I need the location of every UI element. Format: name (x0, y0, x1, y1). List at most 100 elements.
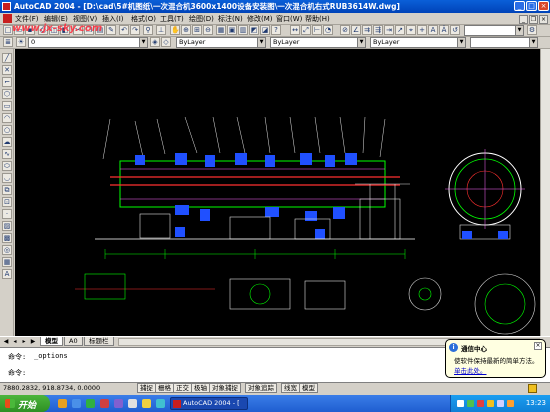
match-properties-icon[interactable]: ✎ (106, 25, 116, 35)
prev-tab-icon[interactable]: ◂ (11, 338, 19, 346)
dim-edit-icon[interactable]: A (428, 25, 438, 35)
lineweight-combo[interactable]: ByLayer ▼ (370, 37, 466, 48)
markup-icon[interactable]: ◪ (260, 25, 270, 35)
aligned-dim-icon[interactable]: ⤢ (301, 25, 311, 35)
radius-dim-icon[interactable]: ◔ (323, 25, 333, 35)
dbconnect-icon[interactable]: ◩ (249, 25, 259, 35)
continue-dim-icon[interactable]: ⇥ (384, 25, 394, 35)
rectangle-icon[interactable]: ▭ (2, 101, 12, 111)
tab-title-block[interactable]: 标题栏 (84, 337, 114, 346)
close-button[interactable]: × (538, 1, 549, 11)
revcloud-icon[interactable]: ☁ (2, 137, 12, 147)
menu-format[interactable]: 格式(O) (131, 14, 156, 24)
menu-modify[interactable]: 修改(M) (247, 14, 273, 24)
arc-icon[interactable]: ◠ (2, 113, 12, 123)
first-tab-icon[interactable]: ◀ (2, 338, 10, 346)
document-icon[interactable] (3, 14, 12, 23)
tray-icon-5[interactable] (497, 400, 504, 407)
quicklaunch-icon-7[interactable] (142, 399, 151, 408)
quicklaunch-icon-8[interactable] (156, 399, 165, 408)
polyline-icon[interactable]: ⌐ (2, 77, 12, 87)
clock[interactable]: 13:23 (526, 399, 546, 407)
menu-dimension[interactable]: 标注(N) (218, 14, 243, 24)
tolerance-icon[interactable]: ⌖ (406, 25, 416, 35)
linetype-combo[interactable]: ByLayer ▼ (270, 37, 366, 48)
spline-icon[interactable]: ∿ (2, 149, 12, 159)
otrack-toggle[interactable]: 对象追踪 (245, 383, 277, 393)
doc-close-button[interactable]: × (539, 15, 548, 24)
pan-icon[interactable]: ✋ (170, 25, 180, 35)
center-mark-icon[interactable]: + (417, 25, 427, 35)
tray-icon-2[interactable] (467, 400, 474, 407)
hyperlink-icon[interactable]: ⚲ (143, 25, 153, 35)
autocad-app-icon[interactable] (2, 2, 11, 11)
menu-insert[interactable]: 插入(I) (102, 14, 124, 24)
help-icon[interactable]: ? (271, 25, 281, 35)
zoom-realtime-icon[interactable]: ⊕ (181, 25, 191, 35)
next-tab-icon[interactable]: ▸ (20, 338, 28, 346)
angular-dim-icon[interactable]: ∠ (351, 25, 361, 35)
zoom-previous-icon[interactable]: ⊖ (203, 25, 213, 35)
plot-style-combo[interactable]: ▼ (470, 37, 538, 48)
color-combo[interactable]: ByLayer ▼ (176, 37, 266, 48)
polygon-icon[interactable]: ⬡ (2, 89, 12, 99)
quicklaunch-icon-5[interactable] (114, 399, 123, 408)
design-center-icon[interactable]: ▣ (227, 25, 237, 35)
tab-a0[interactable]: A0 (64, 337, 83, 346)
dim-style-combo[interactable]: ▼ (464, 25, 524, 36)
baseline-dim-icon[interactable]: ⇶ (373, 25, 383, 35)
balloon-link[interactable]: 单击此处。 (454, 365, 487, 375)
dim-style-manager-icon[interactable]: ⚙ (527, 25, 537, 35)
undo-icon[interactable]: ↶ (119, 25, 129, 35)
leader-icon[interactable]: ↗ (395, 25, 405, 35)
ellipse-arc-icon[interactable]: ◡ (2, 173, 12, 183)
dim-text-edit-icon[interactable]: Ä (439, 25, 449, 35)
drawing-canvas[interactable] (15, 49, 540, 336)
menu-window[interactable]: 窗口(W) (276, 14, 302, 24)
doc-minimize-button[interactable]: _ (519, 15, 528, 24)
osnap-toggle[interactable]: 对象捕捉 (209, 383, 241, 393)
maximize-button[interactable]: □ (526, 1, 537, 11)
tray-icon-3[interactable] (477, 400, 484, 407)
tray-icon-6[interactable] (507, 400, 514, 407)
line-icon[interactable]: ╱ (2, 53, 12, 63)
balloon-close-button[interactable]: × (534, 342, 542, 350)
layer-state-icon[interactable]: ☀ (16, 37, 26, 47)
insert-block-icon[interactable]: ⧉ (2, 185, 12, 195)
diameter-dim-icon[interactable]: ⊘ (340, 25, 350, 35)
linear-dim-icon[interactable]: ↔ (290, 25, 300, 35)
doc-restore-button[interactable]: ❐ (529, 15, 538, 24)
quicklaunch-icon-2[interactable] (72, 399, 81, 408)
mtext-icon[interactable]: A (2, 269, 12, 279)
construction-line-icon[interactable]: ✕ (2, 65, 12, 75)
lineweight-toggle[interactable]: 线宽 (281, 383, 300, 393)
layer-manager-icon[interactable]: ≣ (3, 37, 13, 47)
quicklaunch-icon-3[interactable] (86, 399, 95, 408)
quicklaunch-icon-1[interactable] (58, 399, 67, 408)
hatch-icon[interactable]: ▨ (2, 221, 12, 231)
menu-tools[interactable]: 工具(T) (160, 14, 184, 24)
region-icon[interactable]: ◎ (2, 245, 12, 255)
menu-draw[interactable]: 绘图(D) (189, 14, 214, 24)
minimize-button[interactable]: _ (514, 1, 525, 11)
make-current-icon[interactable]: ◈ (150, 37, 160, 47)
ellipse-icon[interactable]: ⬭ (2, 161, 12, 171)
table-icon[interactable]: ▦ (2, 257, 12, 267)
properties-icon[interactable]: ▦ (216, 25, 226, 35)
command-input-prompt[interactable]: 命令: (8, 368, 26, 378)
title-bar[interactable]: AutoCAD 2004 - [D:\cad\5#机图纸\一次混合机3600x1… (0, 0, 550, 13)
quicklaunch-icon-4[interactable] (100, 399, 109, 408)
redo-icon[interactable]: ↷ (130, 25, 140, 35)
tab-model[interactable]: 模型 (40, 337, 63, 346)
tray-icon-1[interactable] (457, 400, 464, 407)
quicklaunch-icon-6[interactable] (128, 399, 137, 408)
ordinate-dim-icon[interactable]: ⊢ (312, 25, 322, 35)
dim-update-icon[interactable]: ↺ (450, 25, 460, 35)
circle-icon[interactable]: ○ (2, 125, 12, 135)
snap-toggle[interactable]: 捕捉 (137, 383, 156, 393)
tool-palettes-icon[interactable]: ▥ (238, 25, 248, 35)
communication-center-icon[interactable] (528, 384, 537, 393)
tray-icon-4[interactable] (487, 400, 494, 407)
layer-combo[interactable]: 0 ▼ (28, 37, 148, 48)
menu-help[interactable]: 帮助(H) (305, 14, 330, 24)
